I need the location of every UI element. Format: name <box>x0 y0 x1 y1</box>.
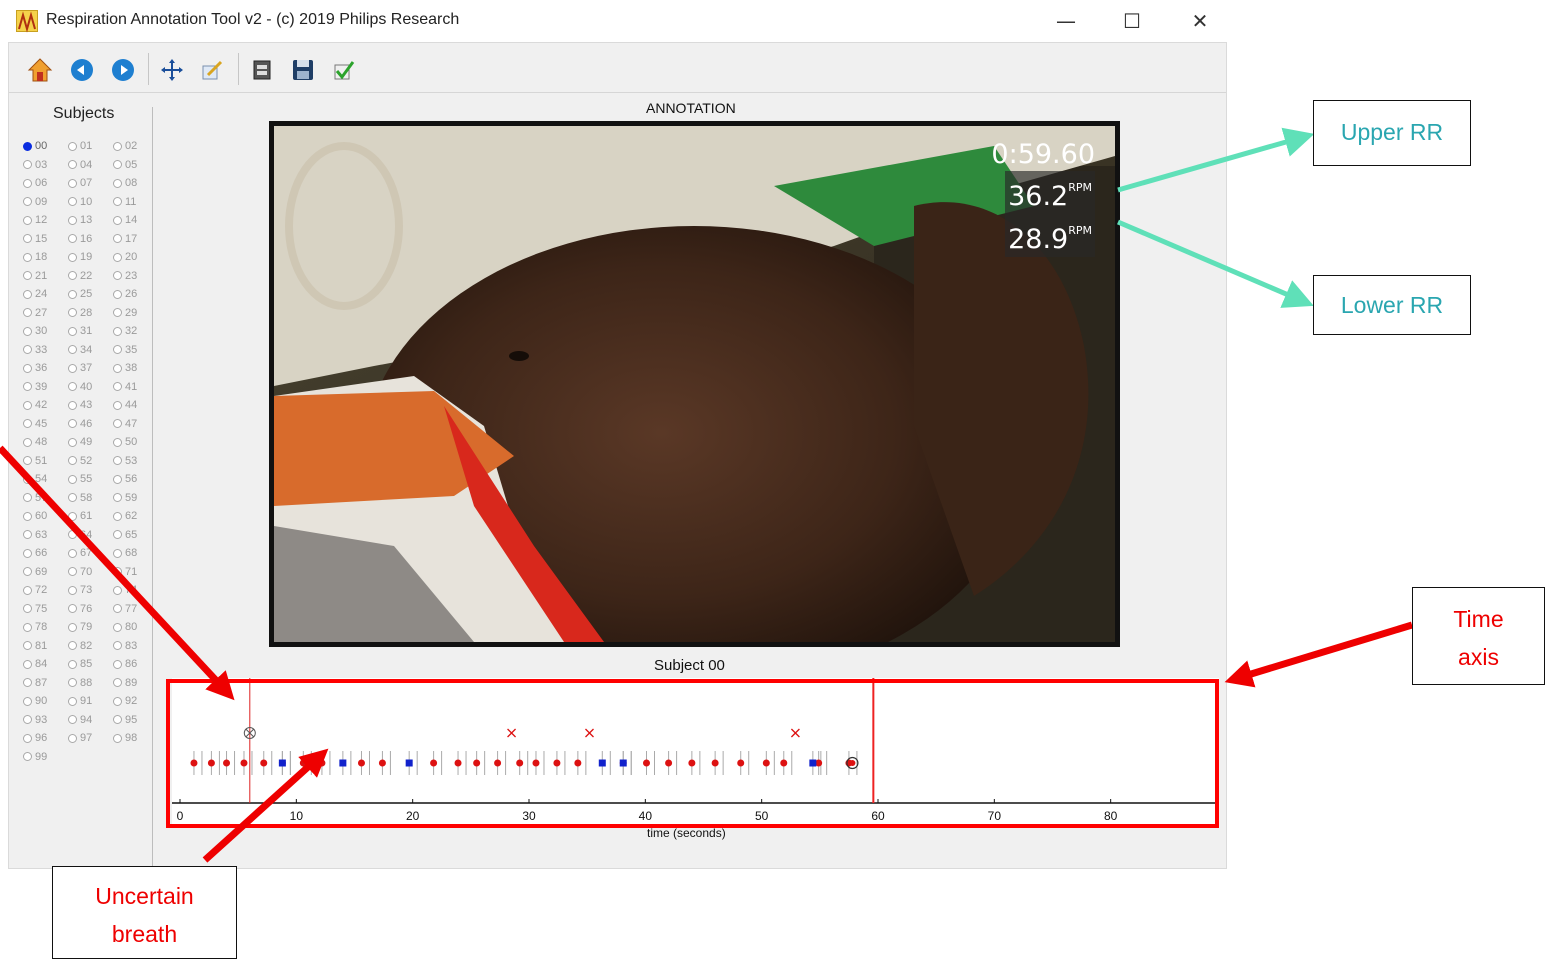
uncertain-breath-arrow <box>202 748 329 863</box>
time-axis-callout-line1: Time <box>1453 606 1504 632</box>
upper-rr-arrow <box>1117 127 1315 193</box>
time-axis-callout-line2: axis <box>1458 644 1499 670</box>
uncertain-callout-line2: breath <box>111 921 178 947</box>
rejected-breath-arrow <box>0 445 235 701</box>
lower-rr-callout-text: Lower RR <box>1340 292 1444 318</box>
upper-rr-callout-text: Upper RR <box>1340 119 1444 145</box>
upper-rr-callout: Upper RR <box>1313 100 1471 166</box>
lower-rr-arrow <box>1117 219 1314 308</box>
uncertain-callout-line1: Uncertain <box>95 883 194 909</box>
lower-rr-callout: Lower RR <box>1313 275 1471 335</box>
time-axis-callout: Time axis <box>1412 587 1545 685</box>
uncertain-breath-callout: Uncertain breath <box>52 866 237 959</box>
time-axis-arrow <box>1224 621 1414 688</box>
